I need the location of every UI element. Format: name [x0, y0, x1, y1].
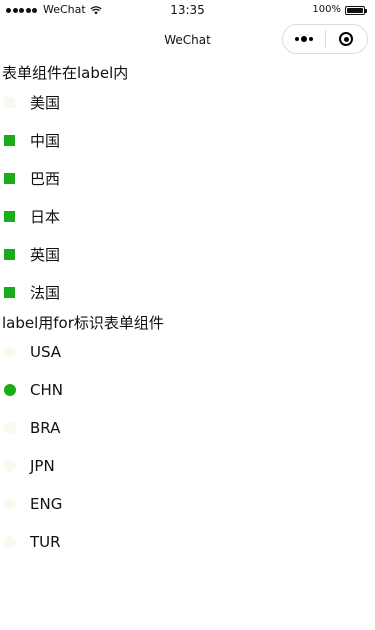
checkbox-label[interactable]: 美国: [30, 92, 60, 113]
radio-label[interactable]: TUR: [30, 533, 61, 551]
page-title: WeChat: [164, 33, 211, 47]
checkbox-item[interactable]: 英国: [0, 235, 375, 273]
checkbox-item[interactable]: 巴西: [0, 159, 375, 197]
radio-item[interactable]: ENG: [0, 485, 375, 523]
radio-section: label用for标识表单组件 USA CHN BRA JPN ENG TUR: [0, 313, 375, 561]
navigation-bar: WeChat: [0, 20, 375, 60]
radio-label[interactable]: JPN: [30, 457, 55, 475]
menu-capsule: [282, 24, 368, 54]
radio-button[interactable]: [4, 460, 16, 472]
radio-button[interactable]: [4, 422, 16, 434]
radio-button[interactable]: [4, 498, 16, 510]
checkbox-label[interactable]: 中国: [30, 130, 60, 151]
radio-item[interactable]: JPN: [0, 447, 375, 485]
checkbox-item[interactable]: 美国: [0, 83, 375, 121]
checkbox[interactable]: [4, 134, 15, 146]
checkbox[interactable]: [4, 172, 15, 184]
radio-item[interactable]: USA: [0, 333, 375, 371]
close-icon: [339, 32, 354, 46]
checkbox-item[interactable]: 中国: [0, 121, 375, 159]
radio-item[interactable]: BRA: [0, 409, 375, 447]
more-dot-icon: [294, 37, 299, 41]
checkbox[interactable]: [4, 96, 15, 108]
checkbox[interactable]: [4, 248, 15, 260]
radio-button[interactable]: [4, 536, 16, 548]
radio-label[interactable]: BRA: [30, 419, 60, 437]
radio-button[interactable]: [4, 346, 16, 358]
status-bar: WeChat 13:35 100%: [0, 0, 375, 20]
radio-item[interactable]: TUR: [0, 523, 375, 561]
checkbox-label[interactable]: 法国: [30, 282, 60, 303]
radio-label[interactable]: CHN: [30, 381, 63, 399]
battery-icon: [345, 5, 367, 15]
checkbox-label[interactable]: 日本: [30, 206, 60, 227]
more-dot-icon: [308, 37, 313, 41]
radio-button[interactable]: [4, 384, 16, 396]
checkbox-label[interactable]: 巴西: [30, 168, 60, 189]
radio-list: USA CHN BRA JPN ENG TUR: [0, 333, 375, 561]
checkbox-label[interactable]: 英国: [30, 244, 60, 265]
checkbox-section: 表单组件在label内 美国 中国 巴西 日本 英国 法国: [0, 63, 375, 311]
close-button[interactable]: [326, 25, 368, 53]
checkbox[interactable]: [4, 210, 15, 222]
more-button[interactable]: [283, 25, 325, 53]
radio-label[interactable]: USA: [30, 343, 61, 361]
radio-label[interactable]: ENG: [30, 495, 62, 513]
checkbox-section-title: 表单组件在label内: [2, 64, 129, 82]
battery-percent: 100%: [312, 4, 341, 15]
more-dot-icon: [300, 36, 307, 42]
checkbox-item[interactable]: 法国: [0, 273, 375, 311]
checkbox-list: 美国 中国 巴西 日本 英国 法国: [0, 83, 375, 311]
radio-item[interactable]: CHN: [0, 371, 375, 409]
checkbox-item[interactable]: 日本: [0, 197, 375, 235]
battery-fill: [347, 7, 363, 13]
radio-section-title: label用for标识表单组件: [2, 314, 164, 332]
checkbox[interactable]: [4, 286, 15, 298]
status-right: 100%: [312, 0, 367, 20]
